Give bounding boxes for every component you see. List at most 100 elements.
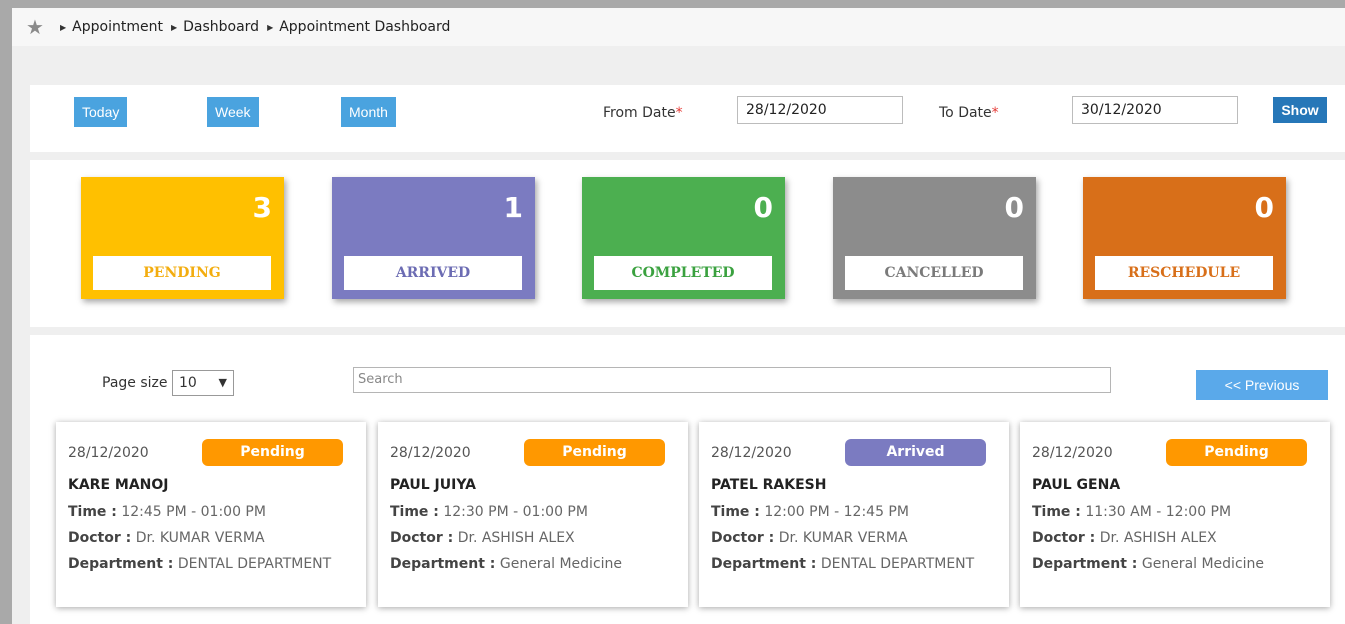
breadcrumb: ★ ▶ Appointment ▶ Dashboard ▶ Appointmen… [12,8,1345,46]
show-button[interactable]: Show [1273,97,1327,123]
department-value: DENTAL DEPARTMENT [177,556,332,572]
reschedule-label: RESCHEDULE [1095,256,1273,290]
caret-right-icon: ▶ [170,22,178,32]
patient-name: PAUL GENA [1032,477,1121,493]
completed-label: COMPLETED [594,256,772,290]
department-value: General Medicine [499,556,623,572]
patient-name: PAUL JUIYA [390,477,476,493]
to-date-label-text: To Date [939,105,992,121]
time-row: Time : 12:45 PM - 01:00 PM [68,504,266,520]
caret-right-icon: ▶ [60,22,67,32]
arrived-tile[interactable]: 1 ARRIVED [332,177,535,299]
required-asterisk: * [675,105,683,121]
status-summary: 3 PENDING 1 ARRIVED 0 COMPLETED 0 CANCEL… [30,152,1345,327]
status-badge: Pending [1166,439,1307,466]
page-size-label: Page size [102,375,168,391]
from-date-label-text: From Date [603,105,676,121]
appointment-card[interactable]: 28/12/2020 Pending KARE MANOJ Time : 12:… [56,422,366,607]
doctor-row: Doctor : Dr. ASHISH ALEX [390,530,575,546]
from-date-input[interactable]: 28/12/2020 [737,96,903,124]
doctor-row: Doctor : Dr. ASHISH ALEX [1032,530,1217,546]
appointment-date: 28/12/2020 [390,445,471,461]
doctor-label: Doctor : [1032,530,1096,546]
completed-tile[interactable]: 0 COMPLETED [582,177,785,299]
status-badge: Pending [202,439,343,466]
arrived-count: 1 [503,191,523,224]
cancelled-label: CANCELLED [845,256,1023,290]
page-size-value: 10 [179,375,197,391]
date-filter-bar: Today Week Month From Date* 28/12/2020 T… [30,85,1345,152]
patient-name: KARE MANOJ [68,477,169,493]
department-label: Department : [390,556,496,572]
month-button[interactable]: Month [341,97,396,127]
today-button[interactable]: Today [74,97,128,127]
department-label: Department : [1032,556,1138,572]
time-value: 12:30 PM - 01:00 PM [443,504,588,520]
breadcrumb-item-appointment[interactable]: ▶ Appointment [60,19,163,35]
arrived-label: ARRIVED [344,256,522,290]
time-label: Time : [390,504,439,520]
breadcrumb-item-appointment-dashboard: ▶ Appointment Dashboard [267,19,450,35]
breadcrumb-link[interactable]: Dashboard [183,19,259,35]
department-row: Department : DENTAL DEPARTMENT [68,556,331,572]
department-value: General Medicine [1141,556,1265,572]
doctor-row: Doctor : Dr. KUMAR VERMA [711,530,908,546]
doctor-value: Dr. KUMAR VERMA [778,530,908,546]
page-size-select[interactable]: 10 ▼ [172,370,234,396]
department-row: Department : DENTAL DEPARTMENT [711,556,974,572]
pending-tile[interactable]: 3 PENDING [81,177,284,299]
caret-right-icon: ▶ [267,22,274,32]
department-row: Department : General Medicine [390,556,622,572]
pending-count: 3 [252,191,272,224]
completed-count: 0 [753,191,773,224]
time-row: Time : 12:00 PM - 12:45 PM [711,504,909,520]
appointment-card[interactable]: 28/12/2020 Pending PAUL JUIYA Time : 12:… [378,422,688,607]
time-row: Time : 11:30 AM - 12:00 PM [1032,504,1231,520]
appointment-card[interactable]: 28/12/2020 Pending PAUL GENA Time : 11:3… [1020,422,1330,607]
cancelled-tile[interactable]: 0 CANCELLED [833,177,1036,299]
to-date-label: To Date* [939,105,999,121]
time-label: Time : [68,504,117,520]
doctor-label: Doctor : [390,530,454,546]
doctor-row: Doctor : Dr. KUMAR VERMA [68,530,265,546]
appointment-date: 28/12/2020 [1032,445,1113,461]
breadcrumb-link[interactable]: Appointment [72,19,163,35]
time-value: 12:00 PM - 12:45 PM [764,504,909,520]
department-row: Department : General Medicine [1032,556,1264,572]
department-value: DENTAL DEPARTMENT [820,556,975,572]
previous-page-button[interactable]: << Previous [1196,370,1328,400]
appointment-date: 28/12/2020 [68,445,149,461]
status-badge: Pending [524,439,665,466]
week-button[interactable]: Week [207,97,259,127]
from-date-label: From Date* [603,105,683,121]
department-label: Department : [711,556,817,572]
patient-name: PATEL RAKESH [711,477,827,493]
doctor-label: Doctor : [68,530,132,546]
breadcrumb-current: Appointment Dashboard [279,19,451,35]
search-input[interactable]: Search [353,367,1111,393]
breadcrumb-item-dashboard[interactable]: ▶ Dashboard [171,19,259,35]
doctor-value: Dr. ASHISH ALEX [457,530,575,546]
appointments-panel: Page size 10 ▼ Search << Previous 28/12/… [30,327,1345,624]
department-label: Department : [68,556,174,572]
reschedule-tile[interactable]: 0 RESCHEDULE [1083,177,1286,299]
time-value: 11:30 AM - 12:00 PM [1085,504,1232,520]
required-asterisk: * [991,105,999,121]
doctor-value: Dr. ASHISH ALEX [1099,530,1217,546]
to-date-input[interactable]: 30/12/2020 [1072,96,1238,124]
doctor-value: Dr. KUMAR VERMA [135,530,265,546]
time-row: Time : 12:30 PM - 01:00 PM [390,504,588,520]
favorite-star-icon[interactable]: ★ [26,17,46,37]
reschedule-count: 0 [1254,191,1274,224]
app-window: ★ ▶ Appointment ▶ Dashboard ▶ Appointmen… [12,8,1345,624]
time-label: Time : [711,504,760,520]
pending-label: PENDING [93,256,271,290]
status-badge: Arrived [845,439,986,466]
time-label: Time : [1032,504,1081,520]
appointment-date: 28/12/2020 [711,445,792,461]
time-value: 12:45 PM - 01:00 PM [121,504,266,520]
chevron-down-icon: ▼ [218,376,227,389]
doctor-label: Doctor : [711,530,775,546]
cancelled-count: 0 [1004,191,1024,224]
appointment-card[interactable]: 28/12/2020 Arrived PATEL RAKESH Time : 1… [699,422,1009,607]
